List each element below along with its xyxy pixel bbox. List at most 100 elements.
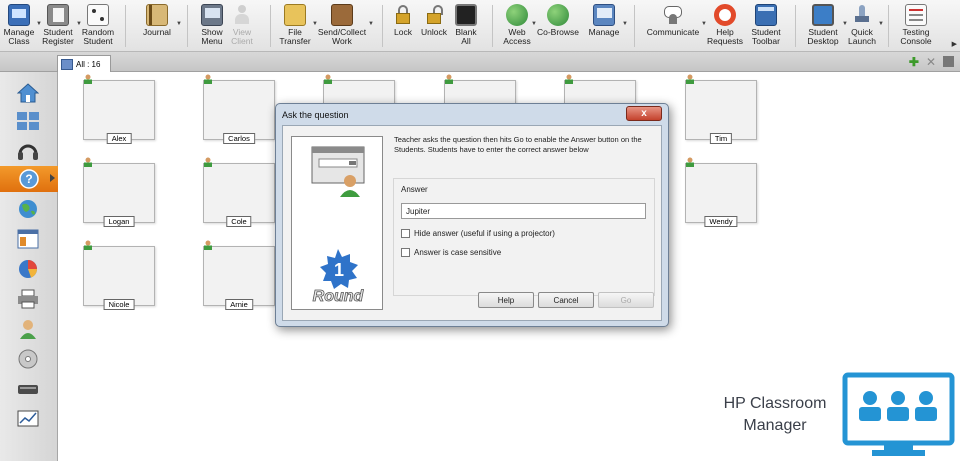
unlock-icon [423, 4, 445, 26]
answer-group: Answer Jupiter Hide answer (useful if us… [393, 178, 655, 296]
student-avatar-icon [204, 157, 212, 167]
cancel-button[interactable]: Cancel [538, 292, 594, 308]
tab-all-students[interactable]: All : 16 [57, 55, 111, 72]
sidebar-item-web[interactable] [14, 196, 42, 222]
sidebar-item-thumbnails[interactable] [14, 108, 42, 134]
show-menu-button[interactable]: Show Menu [197, 0, 227, 52]
dropdown-arrow-icon: ▼ [878, 21, 884, 27]
toolbar-separator [492, 5, 493, 47]
case-sensitive-checkbox[interactable]: Answer is case sensitive [401, 248, 501, 257]
hide-answer-label: Hide answer (useful if using a projector… [414, 229, 555, 238]
sidebar-item-question-and-answer[interactable]: ? [0, 166, 58, 192]
student-avatar-icon [84, 240, 92, 250]
student-toolbar-button[interactable]: Student Toolbar [748, 0, 784, 52]
file-transfer-button[interactable]: File Transfer ▼ [278, 0, 318, 52]
globe-icon [19, 200, 37, 218]
add-tab-icon[interactable]: ✚ [909, 55, 919, 69]
svg-text:?: ? [25, 172, 32, 186]
close-tab-icon[interactable]: ✕ [926, 55, 936, 69]
manage-window-icon [593, 4, 615, 26]
round-illustration: 1 Round [291, 136, 383, 310]
sidebar-item-students[interactable] [14, 316, 42, 342]
web-access-button[interactable]: Web Access ▼ [503, 0, 537, 52]
printer-icon [18, 289, 38, 309]
product-watermark-text: HP Classroom Manager [712, 393, 838, 437]
sidebar-item-monitoring[interactable] [14, 406, 42, 432]
dialog-body: 1 Round Teacher asks the question then h… [282, 125, 662, 321]
lifebuoy-icon [714, 4, 736, 26]
sidebar-item-media[interactable] [14, 346, 42, 372]
communicate-button[interactable]: Communicate ▼ [645, 0, 707, 52]
answer-input[interactable]: Jupiter [401, 203, 646, 219]
student-tile[interactable]: Tim [685, 74, 757, 144]
main-toolbar: Manage Class ▼ Student Register ▼ Random… [0, 0, 960, 52]
student-screen-thumbnail [83, 163, 155, 223]
dialog-close-button[interactable]: x [626, 106, 662, 121]
blank-all-button[interactable]: Blank All [453, 0, 479, 52]
monitor-graph-icon [17, 410, 39, 427]
student-name-label: Arnie [225, 299, 253, 310]
chat-icon [662, 4, 684, 26]
home-icon [17, 83, 39, 103]
student-tile[interactable]: Logan [83, 157, 155, 227]
headphones-icon [18, 144, 38, 160]
manage-button[interactable]: Manage ▼ [586, 0, 628, 52]
student-name-label: Nicole [103, 299, 135, 310]
person-icon [231, 4, 253, 26]
toolbar-separator [270, 5, 271, 47]
student-tile[interactable]: Nicole [83, 240, 155, 310]
view-client-button[interactable]: View Client [228, 0, 256, 52]
quick-launch-button[interactable]: Quick Launch ▼ [846, 0, 884, 52]
sidebar-item-printing[interactable] [14, 286, 42, 312]
student-name-label: Wendy [704, 216, 738, 227]
unlock-button[interactable]: Unlock [420, 0, 448, 52]
sidebar-item-reports[interactable] [14, 256, 42, 282]
student-tile[interactable]: Wendy [685, 157, 757, 227]
group-icon [61, 58, 73, 70]
student-avatar-icon [686, 157, 694, 167]
student-name-label: Cole [226, 216, 252, 227]
tab-options-icon[interactable] [943, 56, 954, 67]
co-browse-button[interactable]: Co-Browse [536, 0, 580, 52]
group-tab-strip: All : 16 ✚ ✕ [0, 52, 960, 72]
checkbox-box[interactable] [401, 248, 410, 257]
manage-class-button[interactable]: Manage Class ▼ [2, 0, 42, 52]
student-screen-thumbnail [83, 80, 155, 140]
round-number: 1 [334, 260, 344, 280]
student-desktop-button[interactable]: Student Desktop ▼ [804, 0, 848, 52]
student-name-label: Tim [709, 133, 733, 144]
toolbar-separator [888, 5, 889, 47]
dropdown-arrow-icon: ▼ [622, 21, 628, 27]
media-disc-icon [18, 349, 38, 369]
checkbox-box[interactable] [401, 229, 410, 238]
random-student-button[interactable]: Random Student [80, 0, 116, 52]
dropdown-arrow-icon: ▼ [176, 21, 182, 27]
student-tile[interactable]: Alex [83, 74, 155, 144]
sidebar-item-home[interactable] [14, 80, 42, 106]
close-icon: x [641, 108, 647, 119]
sidebar-item-audio[interactable] [14, 138, 42, 164]
testing-console-button[interactable]: Testing Console [896, 0, 936, 52]
dropdown-arrow-icon: ▼ [368, 21, 374, 27]
go-button[interactable]: Go [598, 292, 654, 308]
send-collect-work-button[interactable]: Send/Collect Work ▼ [316, 0, 374, 52]
hide-answer-checkbox[interactable]: Hide answer (useful if using a projector… [401, 229, 555, 238]
student-register-button[interactable]: Student Register ▼ [40, 0, 82, 52]
help-button[interactable]: Help [478, 292, 534, 308]
student-avatar-icon [445, 74, 453, 84]
journal-button[interactable]: Journal ▼ [138, 0, 182, 52]
student-name-label: Carlos [223, 133, 255, 144]
student-screen-thumbnail [685, 163, 757, 223]
toolbar-overflow-arrow-icon[interactable]: ▶ [952, 40, 957, 48]
rocket-icon [851, 4, 873, 26]
hp-classroom-logo-icon [842, 372, 955, 456]
student-tile[interactable]: Cole [203, 157, 275, 227]
answer-label: Answer [401, 185, 428, 194]
question-icon: ? [19, 169, 39, 189]
sidebar-item-applications[interactable] [14, 226, 42, 252]
help-requests-button[interactable]: Help Requests [706, 0, 744, 52]
sidebar-item-devices[interactable] [14, 376, 42, 402]
lock-button[interactable]: Lock [391, 0, 415, 52]
student-tile[interactable]: Arnie [203, 240, 275, 310]
student-tile[interactable]: Carlos [203, 74, 275, 144]
